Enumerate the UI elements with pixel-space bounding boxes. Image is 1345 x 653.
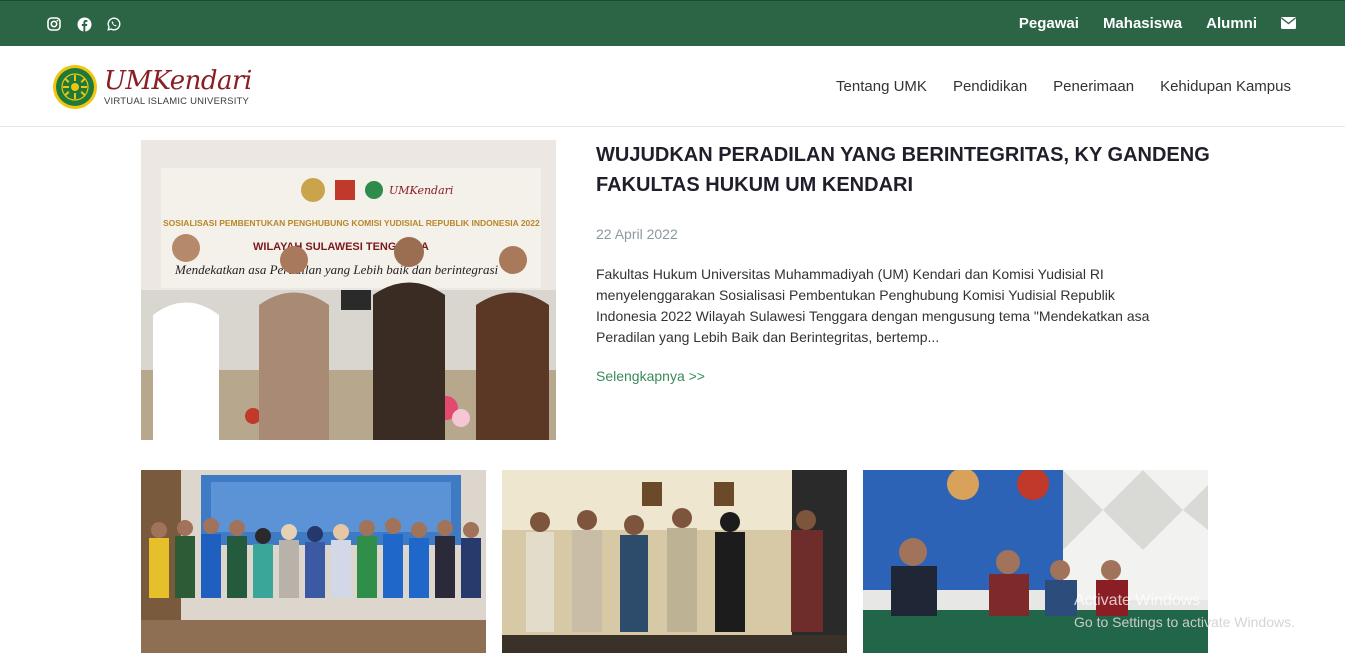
whatsapp-icon[interactable]	[106, 16, 122, 32]
banner-line-1: SOSIALISASI PEMBENTUKAN PENGHUBUNG KOMIS…	[163, 218, 540, 228]
main-menu: Tentang UMK Pendidikan Penerimaan Kehidu…	[836, 78, 1291, 95]
link-alumni[interactable]: Alumni	[1206, 15, 1257, 32]
activation-watermark: Activate Windows Go to Settings to activ…	[1074, 592, 1295, 630]
featured-news-image[interactable]: UMKendari SOSIALISASI PEMBENTUKAN PENGHU…	[141, 140, 556, 440]
facebook-icon[interactable]	[76, 16, 92, 32]
top-links: Pegawai Mahasiswa Alumni	[1019, 15, 1297, 32]
read-more-link[interactable]: Selengkapnya >>	[596, 368, 705, 384]
news-thumbnail-2[interactable]	[502, 470, 847, 653]
watermark-line-2: Go to Settings to activate Windows.	[1074, 614, 1295, 630]
top-bar: Pegawai Mahasiswa Alumni	[0, 0, 1345, 46]
nav-penerimaan[interactable]: Penerimaan	[1053, 78, 1134, 95]
featured-article: WUJUDKAN PERADILAN YANG BERINTEGRITAS, K…	[596, 140, 1216, 386]
news-thumbnails	[141, 470, 1208, 653]
link-mahasiswa[interactable]: Mahasiswa	[1103, 15, 1182, 32]
nav-pendidikan[interactable]: Pendidikan	[953, 78, 1027, 95]
main-navbar: UMKendari VIRTUAL ISLAMIC UNIVERSITY Ten…	[0, 46, 1345, 127]
svg-text:UMKendari: UMKendari	[389, 184, 453, 197]
envelope-icon[interactable]	[1281, 16, 1297, 31]
instagram-icon[interactable]	[46, 16, 62, 32]
article-title[interactable]: WUJUDKAN PERADILAN YANG BERINTEGRITAS, K…	[596, 140, 1216, 200]
watermark-line-1: Activate Windows	[1074, 592, 1201, 609]
nav-tentang-umk[interactable]: Tentang UMK	[836, 78, 927, 95]
article-excerpt: Fakultas Hukum Universitas Muhammadiyah …	[596, 266, 1150, 345]
brand-tagline: VIRTUAL ISLAMIC UNIVERSITY	[104, 95, 250, 107]
banner-line-3: Mendekatkan asa Peradilan yang Lebih bai…	[174, 262, 499, 277]
brand-text: UMKendari VIRTUAL ISLAMIC UNIVERSITY	[104, 68, 252, 107]
article-date: 22 April 2022	[596, 226, 678, 242]
link-pegawai[interactable]: Pegawai	[1019, 15, 1079, 32]
nav-kehidupan-kampus[interactable]: Kehidupan Kampus	[1160, 78, 1291, 95]
brand-name: UMKendari	[104, 65, 252, 96]
news-thumbnail-1[interactable]	[141, 470, 486, 653]
university-emblem-icon	[53, 65, 97, 109]
site-logo[interactable]: UMKendari VIRTUAL ISLAMIC UNIVERSITY	[52, 64, 252, 110]
social-links	[46, 16, 122, 32]
